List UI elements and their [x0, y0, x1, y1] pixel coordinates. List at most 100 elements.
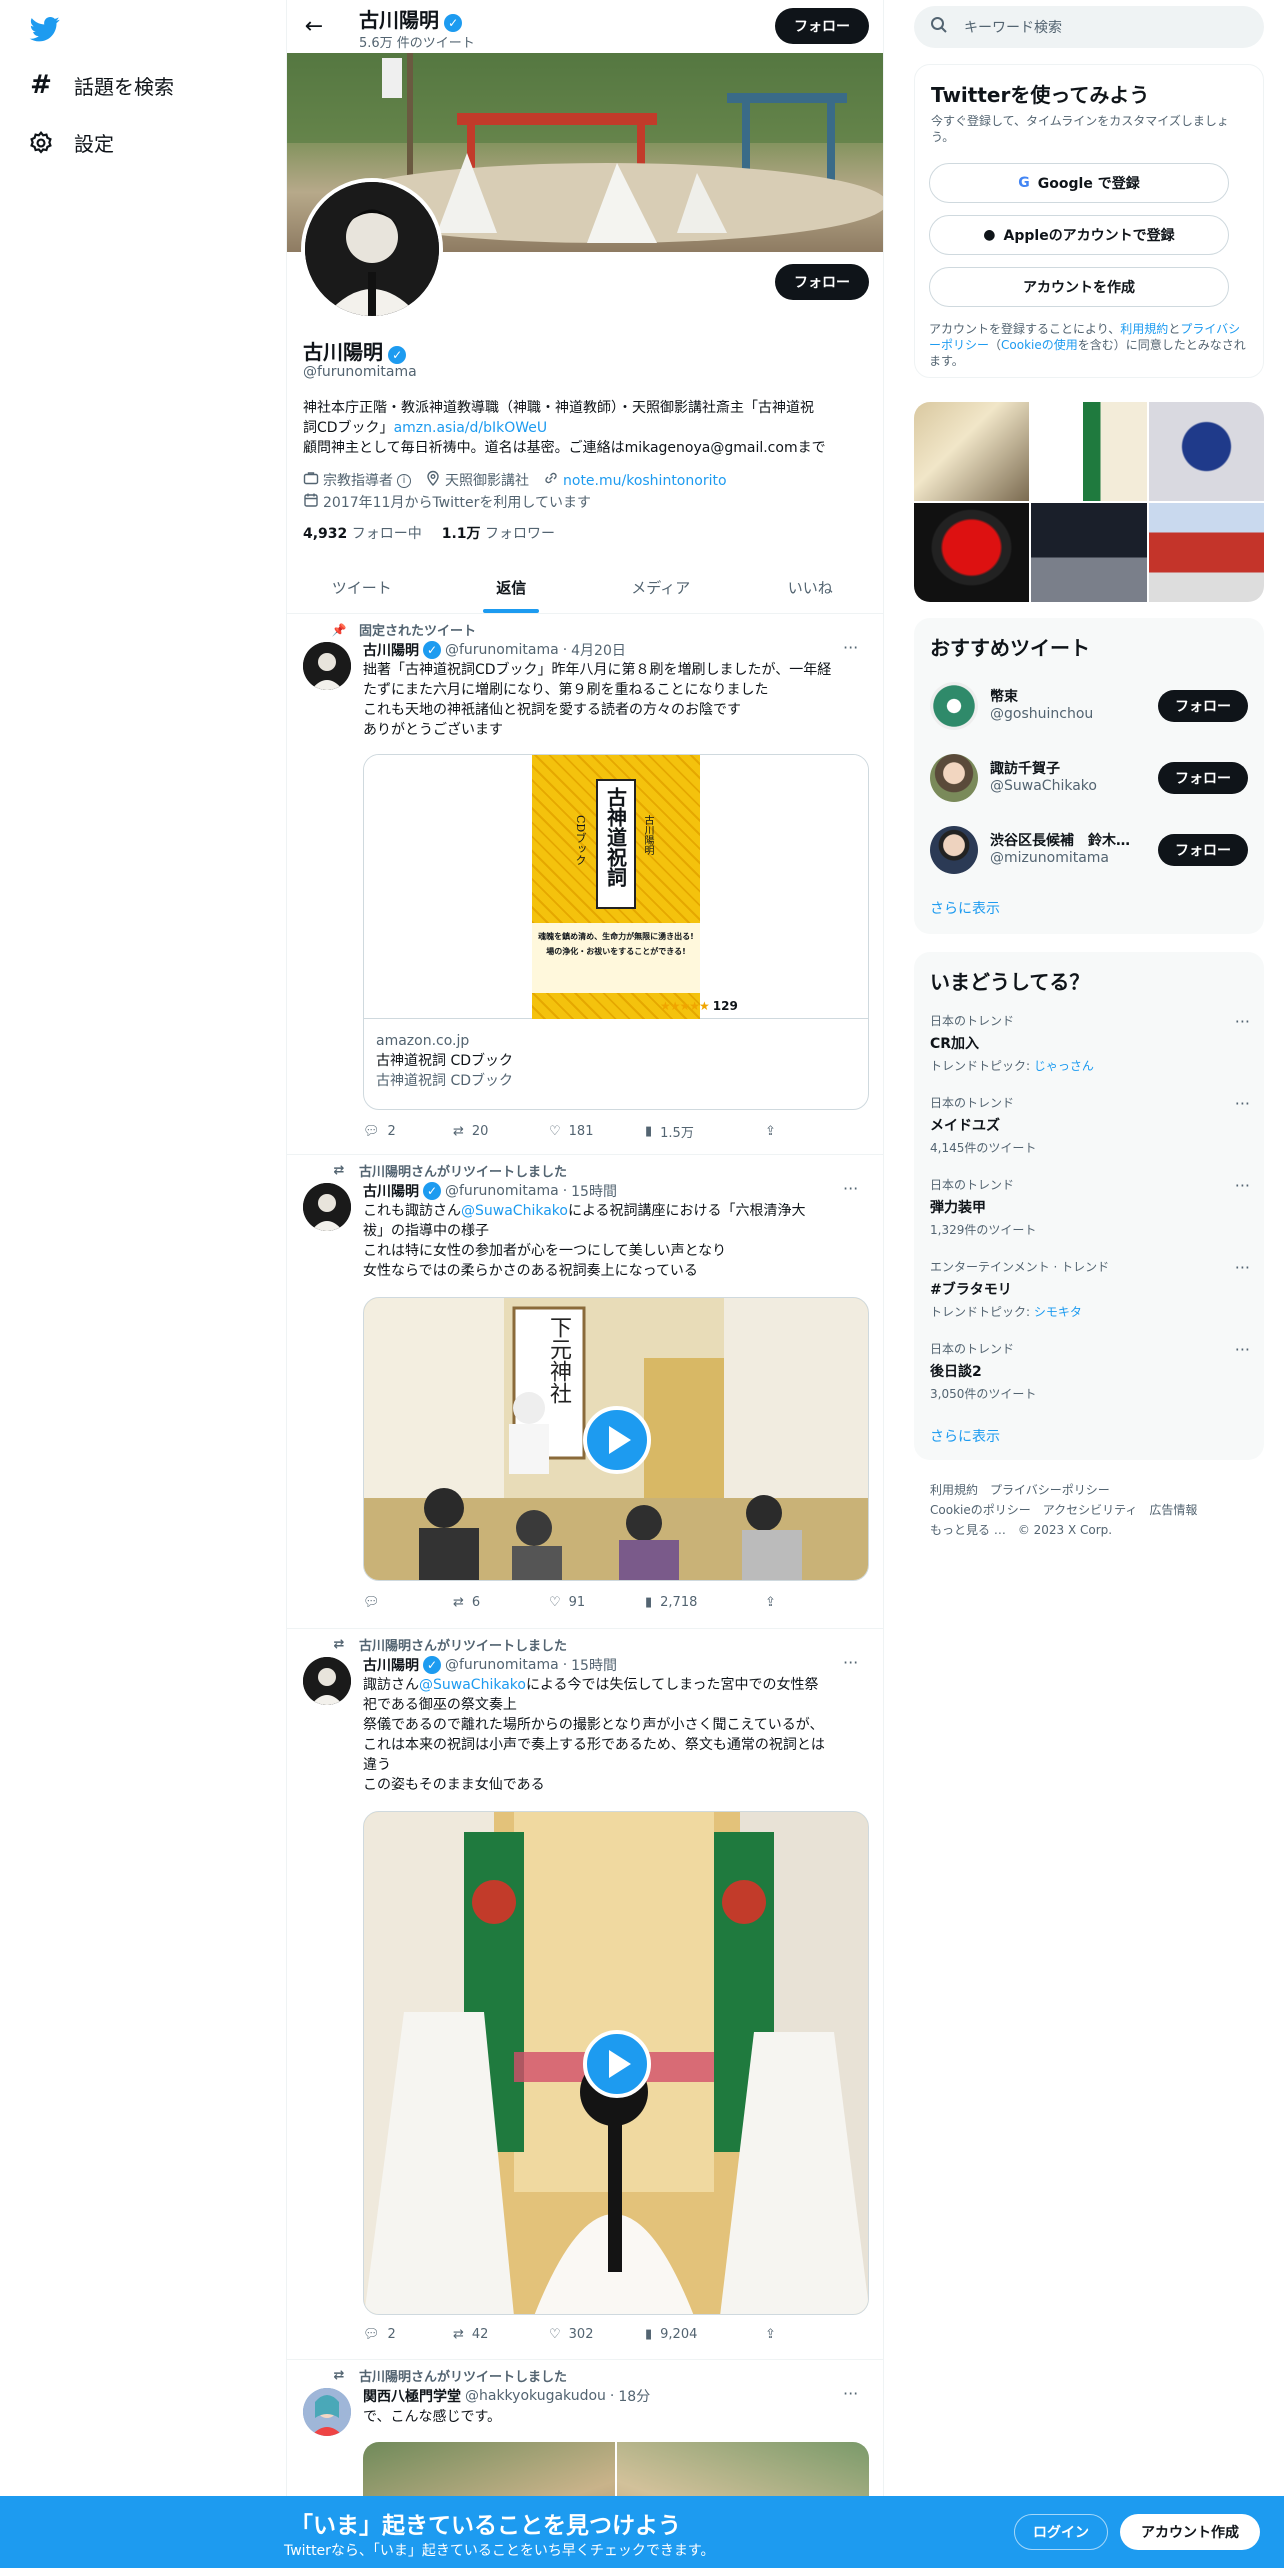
profile-avatar[interactable] [301, 178, 443, 320]
play-button[interactable] [583, 1406, 651, 1474]
tweet[interactable]: ⇄ 古川陽明さんがリツイートしました 古川陽明 ✓ @furunomitama … [287, 1155, 883, 1629]
bio-link[interactable]: amzn.asia/d/bIkOWeU [394, 420, 548, 436]
tweet-time[interactable]: 4月20日 [571, 640, 626, 660]
reply-button[interactable]: 💬︎ [363, 1595, 453, 1610]
tweet-author-handle[interactable]: @furunomitama [445, 642, 559, 658]
tweet-author-handle[interactable]: @hakkyokugakudou [465, 2388, 606, 2404]
tweet-author-handle[interactable]: @furunomitama [445, 1657, 559, 1673]
footer-link[interactable]: もっと見る … [930, 1520, 1006, 1540]
like-button[interactable]: ♡ 91 [549, 1595, 645, 1610]
footer-link[interactable]: 利用規約 [930, 1480, 978, 1500]
play-button[interactable] [583, 2030, 651, 2098]
trend-item[interactable]: エンターテインメント · トレンド #ブラタモリ トレンドトピック: シモキタ … [930, 1258, 1250, 1334]
mention-link[interactable]: @SuwaChikako [419, 1677, 526, 1693]
tab-media[interactable]: メディア [586, 561, 736, 613]
tweet-time[interactable]: 15時間 [571, 1655, 617, 1675]
avatar[interactable] [303, 1657, 351, 1705]
trend-topic-link[interactable]: じゃっさん [1034, 1059, 1094, 1073]
tweet-time[interactable]: 18分 [618, 2386, 650, 2406]
profile-follow-button[interactable]: フォロー [775, 264, 869, 300]
footer-link[interactable]: 広告情報 [1149, 1500, 1197, 1520]
share-button[interactable]: ⇪ [765, 1122, 776, 1141]
views-button[interactable]: ▮ 9,204 [645, 2327, 765, 2342]
profile-website[interactable]: note.mu/koshintonorito [563, 471, 727, 491]
like-button[interactable]: ♡ 302 [549, 2327, 645, 2342]
reply-button[interactable]: 💬︎ 2 [363, 1122, 453, 1141]
following-link[interactable]: 4,932 フォロー中 [303, 523, 422, 543]
tweet-author-name[interactable]: 古川陽明 [363, 1181, 419, 1201]
more-icon[interactable]: ··· [1235, 1340, 1250, 1359]
back-arrow-icon[interactable]: ← [301, 14, 327, 40]
tab-likes[interactable]: いいね [736, 561, 884, 613]
views-button[interactable]: ▮ 2,718 [645, 1595, 765, 1610]
follow-button[interactable]: フォロー [1158, 762, 1248, 794]
tweet[interactable]: ⇄ 古川陽明さんがリツイートしました 古川陽明 ✓ @furunomitama … [287, 1629, 883, 2360]
video-player[interactable] [363, 1811, 869, 2315]
recommended-user[interactable]: 幣束 @goshuinchou フォロー [930, 678, 1250, 734]
views-button[interactable]: ▮ 1.5万 [645, 1122, 765, 1141]
cookie-link[interactable]: Cookieの使用 [1001, 338, 1078, 352]
footer-link[interactable]: プライバシーポリシー [990, 1480, 1110, 1500]
link-card[interactable]: 古神道祝詞 CDブック 古川陽明 魂魄を鎮め清め、生命力が無限に湧き出る! 場の… [363, 754, 869, 1110]
more-icon[interactable]: ··· [1235, 1258, 1250, 1277]
reply-button[interactable]: 💬︎ 2 [363, 2327, 453, 2342]
media-thumbnail[interactable] [1031, 402, 1147, 501]
tab-tweets[interactable]: ツイート [287, 561, 437, 613]
more-icon[interactable]: ··· [1235, 1176, 1250, 1195]
video-player[interactable]: 下元神社 [363, 1297, 869, 1581]
signup-button[interactable]: アカウント作成 [1120, 2514, 1260, 2550]
tweet-time[interactable]: 15時間 [571, 1181, 617, 1201]
more-icon[interactable]: ··· [843, 638, 858, 657]
more-icon[interactable]: ··· [843, 2384, 858, 2403]
header-follow-button[interactable]: フォロー [775, 8, 869, 44]
info-icon[interactable]: i [397, 474, 411, 488]
media-thumbnail[interactable] [1148, 402, 1264, 501]
more-icon[interactable]: ··· [1235, 1094, 1250, 1113]
footer-link[interactable]: アクセシビリティ [1043, 1500, 1138, 1520]
follow-button[interactable]: フォロー [1158, 690, 1248, 722]
trend-item[interactable]: 日本のトレンド メイドユズ 4,145件のツイート ··· [930, 1094, 1250, 1170]
create-account-button[interactable]: アカウントを作成 [929, 267, 1229, 307]
apple-signup-button[interactable]: ● Appleのアカウントで登録 [929, 215, 1229, 255]
mention-link[interactable]: @SuwaChikako [461, 1203, 568, 1219]
tweet-author-name[interactable]: 関西八極門学堂 [363, 2386, 461, 2406]
tweet[interactable]: 📌 固定されたツイート 古川陽明 ✓ @furunomitama · 4月20日… [287, 614, 883, 1155]
nav-explore[interactable]: # 話題を検索 [28, 70, 174, 100]
trend-item[interactable]: 日本のトレンド CR加入 トレンドトピック: じゃっさん ··· [930, 1012, 1250, 1088]
follow-button[interactable]: フォロー [1158, 834, 1248, 866]
retweet-button[interactable]: ⇄ 20 [453, 1122, 549, 1141]
media-thumbnail[interactable] [1031, 503, 1147, 602]
trend-item[interactable]: 日本のトレンド 後日談2 3,050件のツイート ··· [930, 1340, 1250, 1416]
retweet-button[interactable]: ⇄ 42 [453, 2327, 549, 2342]
tab-replies[interactable]: 返信 [437, 561, 587, 613]
tweet-author-handle[interactable]: @furunomitama [445, 1183, 559, 1199]
trend-topic-link[interactable]: シモキタ [1034, 1305, 1082, 1319]
terms-link[interactable]: 利用規約 [1120, 322, 1168, 336]
search-box[interactable]: キーワード検索 [914, 6, 1264, 48]
footer-link[interactable]: Cookieのポリシー [930, 1500, 1031, 1520]
twitter-logo-icon[interactable] [28, 14, 62, 44]
like-button[interactable]: ♡ 181 [549, 1122, 645, 1141]
media-thumbnail[interactable] [914, 402, 1030, 501]
more-icon[interactable]: ··· [843, 1179, 858, 1198]
google-signup-button[interactable]: G Google で登録 [929, 163, 1229, 203]
more-icon[interactable]: ··· [1235, 1012, 1250, 1031]
login-button[interactable]: ログイン [1014, 2514, 1108, 2550]
retweet-button[interactable]: ⇄ 6 [453, 1595, 549, 1610]
share-button[interactable]: ⇪ [765, 2327, 776, 2342]
tweet-author-name[interactable]: 古川陽明 [363, 1655, 419, 1675]
nav-settings[interactable]: 設定 [28, 128, 114, 157]
show-more-link[interactable]: さらに表示 [930, 898, 1000, 918]
share-button[interactable]: ⇪ [765, 1595, 776, 1610]
show-more-link[interactable]: さらに表示 [930, 1426, 1000, 1446]
search-input[interactable]: キーワード検索 [964, 17, 1062, 37]
avatar[interactable] [303, 2388, 351, 2436]
followers-link[interactable]: 1.1万 フォロワー [442, 523, 555, 543]
tweet-author-name[interactable]: 古川陽明 [363, 640, 419, 660]
trend-item[interactable]: 日本のトレンド 弾力装甲 1,329件のツイート ··· [930, 1176, 1250, 1252]
avatar[interactable] [303, 1183, 351, 1231]
recommended-user[interactable]: 渋谷区長候補 鈴木… @mizunomitama フォロー [930, 822, 1250, 878]
avatar[interactable] [303, 642, 351, 690]
recommended-user[interactable]: 諏訪千賀子 @SuwaChikako フォロー [930, 750, 1250, 806]
more-icon[interactable]: ··· [843, 1653, 858, 1672]
